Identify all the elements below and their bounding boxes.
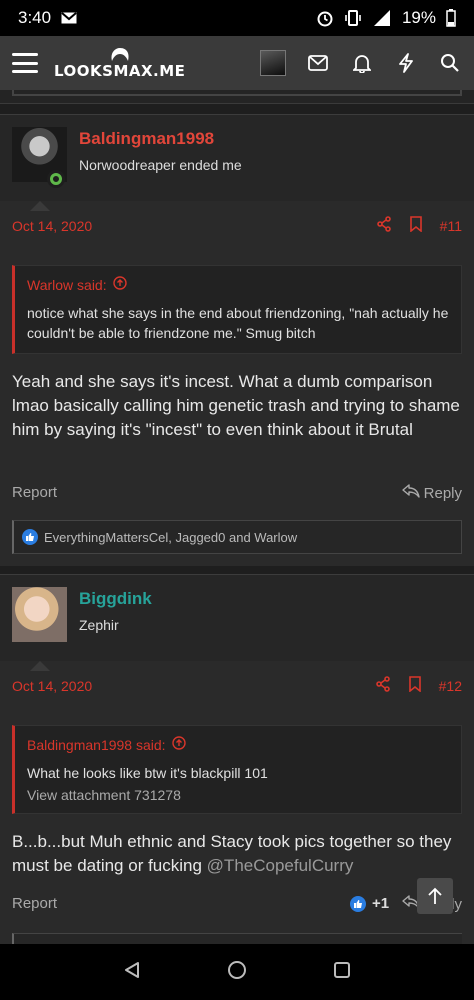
logo-hair-icon bbox=[111, 48, 129, 61]
online-status-icon bbox=[47, 170, 65, 188]
system-nav-bar bbox=[0, 944, 474, 1000]
bolt-icon[interactable] bbox=[394, 51, 418, 75]
reaction-count[interactable]: +1 bbox=[350, 895, 389, 912]
status-bar: 3:40 19% bbox=[0, 0, 474, 36]
reactions-users[interactable]: EverythingMattersCel, Jagged0 and Warlow bbox=[44, 530, 297, 545]
reply-arrow-icon bbox=[401, 484, 420, 502]
post-number[interactable]: #12 bbox=[439, 678, 462, 694]
quote-author[interactable]: Warlow said: bbox=[27, 277, 107, 293]
user-bar-notch bbox=[30, 201, 50, 211]
avatar[interactable] bbox=[12, 587, 67, 642]
recents-icon[interactable] bbox=[333, 961, 351, 984]
home-icon[interactable] bbox=[227, 960, 247, 985]
username[interactable]: Biggdink bbox=[79, 589, 152, 609]
battery-icon bbox=[446, 9, 456, 27]
attachment-link[interactable]: View attachment 731278 bbox=[15, 787, 461, 813]
vibrate-icon bbox=[344, 9, 362, 27]
post-11: Baldingman1998 Norwoodreaper ended me Oc… bbox=[0, 114, 474, 566]
status-time: 3:40 bbox=[18, 8, 52, 27]
reactions-bar[interactable]: EverythingMattersCel, Jagged0 and Warlow bbox=[12, 520, 462, 554]
post-date[interactable]: Oct 14, 2020 bbox=[12, 218, 92, 234]
post-user-bar: Biggdink Zephir bbox=[0, 575, 474, 671]
header-actions bbox=[260, 50, 462, 76]
quote-text: notice what she says in the end about fr… bbox=[27, 305, 449, 341]
search-icon[interactable] bbox=[438, 51, 462, 75]
like-icon bbox=[350, 895, 366, 912]
battery-percentage: 19% bbox=[401, 8, 436, 27]
bookmark-icon[interactable] bbox=[408, 676, 421, 695]
report-link[interactable]: Report bbox=[12, 484, 57, 501]
scroll-to-top-button[interactable] bbox=[417, 878, 453, 914]
bell-icon[interactable] bbox=[350, 51, 374, 75]
quote-block: Baldingman1998 said: What he looks like … bbox=[12, 725, 462, 814]
previous-post-edge bbox=[0, 90, 474, 104]
post-date[interactable]: Oct 14, 2020 bbox=[12, 678, 92, 694]
report-link[interactable]: Report bbox=[12, 895, 57, 912]
post-user-bar: Baldingman1998 Norwoodreaper ended me bbox=[0, 115, 474, 211]
username[interactable]: Baldingman1998 bbox=[79, 129, 214, 149]
reply-button[interactable]: Reply bbox=[401, 484, 462, 502]
quote-header[interactable]: Warlow said: bbox=[15, 266, 461, 293]
post-body: B...b...but Muh ethnic and Stacy took pi… bbox=[12, 830, 462, 878]
post-12: Biggdink Zephir Oct 14, 2020 #12 Balding… bbox=[0, 574, 474, 945]
post-actions: #12 bbox=[375, 676, 462, 695]
quote-author[interactable]: Baldingman1998 said: bbox=[27, 737, 166, 753]
arrow-up-circle-icon[interactable] bbox=[171, 736, 186, 753]
reply-label: Reply bbox=[423, 484, 462, 502]
signal-icon bbox=[372, 9, 392, 27]
share-icon[interactable] bbox=[376, 216, 392, 235]
user-title: Norwoodreaper ended me bbox=[79, 157, 242, 173]
app-header: LOOKSMAX.ME bbox=[0, 36, 474, 90]
post-body: Yeah and she says it's incest. What a du… bbox=[12, 372, 460, 439]
quote-block: Warlow said: notice what she says in the… bbox=[12, 265, 462, 354]
quote-header[interactable]: Baldingman1998 said: bbox=[15, 726, 461, 753]
back-icon[interactable] bbox=[123, 961, 141, 984]
share-icon[interactable] bbox=[375, 676, 391, 695]
logo-text: LOOKSMAX.ME bbox=[54, 62, 186, 80]
arrow-up-circle-icon[interactable] bbox=[112, 276, 127, 293]
reaction-count-value: +1 bbox=[372, 895, 390, 912]
user-title: Zephir bbox=[79, 617, 119, 633]
alarm-icon bbox=[316, 9, 334, 27]
account-avatar[interactable] bbox=[260, 50, 286, 76]
inbox-icon[interactable] bbox=[306, 51, 330, 75]
site-logo[interactable]: LOOKSMAX.ME bbox=[54, 46, 185, 80]
post-actions: #11 bbox=[376, 216, 462, 235]
bookmark-icon[interactable] bbox=[409, 216, 422, 235]
like-icon bbox=[22, 529, 38, 545]
mail-notification-icon bbox=[61, 12, 77, 24]
status-icons: 19% bbox=[316, 8, 456, 28]
menu-icon[interactable] bbox=[12, 53, 38, 73]
post-number[interactable]: #11 bbox=[440, 218, 462, 234]
quote-text: What he looks like btw it's blackpill 10… bbox=[27, 765, 268, 781]
user-bar-notch bbox=[30, 661, 50, 671]
user-mention[interactable]: @TheCopefulCurry bbox=[207, 856, 354, 875]
arrow-up-icon bbox=[428, 887, 442, 904]
